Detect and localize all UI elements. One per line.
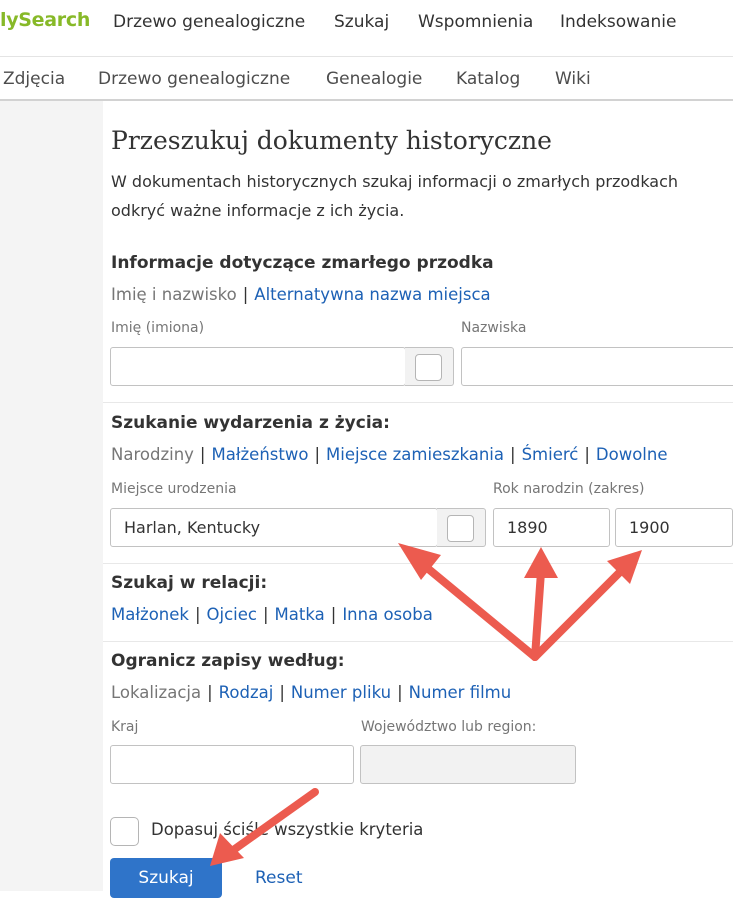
tab-marriage[interactable]: Małżeństwo (211, 445, 308, 464)
tab-separator: | (330, 605, 337, 624)
given-name-exact-toggle (405, 347, 454, 386)
surname-label: Nazwiska (461, 320, 527, 336)
tab-separator: | (510, 445, 516, 464)
relationship-tabs: Małżonek | Ojciec | Matka | Inna osoba (111, 605, 433, 624)
tab-birth[interactable]: Narodziny (111, 445, 194, 464)
tab-separator: | (262, 605, 269, 624)
nav-memories[interactable]: Wspomnienia (418, 12, 533, 32)
tab-father[interactable]: Ojciec (207, 605, 257, 624)
intro-line-1: W dokumentach historycznych szukaj infor… (111, 172, 679, 191)
top-nav: lySearch Drzewo genealogiczne Szukaj Wsp… (0, 0, 733, 57)
tab-location[interactable]: Lokalizacja (111, 683, 201, 702)
given-name-label: Imię (imiona) (111, 320, 205, 336)
tab-mother[interactable]: Matka (275, 605, 325, 624)
birth-place-input[interactable]: Harlan, Kentucky (110, 508, 438, 547)
tab-other-person[interactable]: Inna osoba (342, 605, 433, 624)
reset-link[interactable]: Reset (255, 868, 303, 888)
surname-input[interactable] (461, 347, 733, 386)
region-label: Województwo lub region: (361, 719, 537, 735)
tab-separator: | (279, 683, 285, 702)
birth-year-to-input[interactable]: 1900 (615, 508, 733, 547)
tab-separator: | (397, 683, 403, 702)
section-divider (103, 563, 733, 564)
subnav-wiki[interactable]: Wiki (555, 69, 591, 89)
subnav-catalog[interactable]: Katalog (456, 69, 520, 89)
tab-separator: | (207, 683, 213, 702)
country-label: Kraj (111, 719, 139, 735)
birth-year-label: Rok narodzin (zakres) (493, 481, 645, 497)
match-exactly-checkbox[interactable] (110, 817, 139, 846)
region-input (360, 745, 576, 784)
deceased-section-title: Informacje dotyczące zmarłego przodka (111, 253, 494, 273)
life-event-tabs: Narodziny | Małżeństwo | Miejsce zamieszkani… (111, 445, 668, 464)
tab-batch-number[interactable]: Numer pliku (291, 683, 391, 702)
tab-name[interactable]: Imię i nazwisko (111, 285, 237, 304)
match-exactly-label: Dopasuj ściśle wszystkie kryteria (151, 820, 424, 839)
deceased-tabs: Imię i nazwisko | Alternatywna nazwa miejs… (111, 285, 491, 304)
search-button[interactable]: Szukaj (110, 858, 222, 898)
given-name-exact-checkbox[interactable] (415, 354, 442, 381)
birth-place-label: Miejsce urodzenia (111, 481, 237, 497)
nav-family-tree[interactable]: Drzewo genealogiczne (113, 12, 305, 32)
subnav-genealogies[interactable]: Genealogie (326, 69, 422, 89)
sub-nav: Zdjęcia Drzewo genealogiczne Genealogie … (0, 57, 733, 101)
left-margin (0, 101, 103, 891)
relationship-section-title: Szukaj w relacji: (111, 573, 268, 593)
country-input[interactable] (110, 745, 354, 784)
birth-year-from-input[interactable]: 1890 (493, 508, 610, 547)
tab-residence[interactable]: Miejsce zamieszkania (326, 445, 504, 464)
section-divider (103, 402, 733, 403)
tab-death[interactable]: Śmierć (522, 445, 579, 464)
birth-place-exact-checkbox[interactable] (447, 515, 474, 542)
nav-search[interactable]: Szukaj (334, 12, 389, 32)
familysearch-logo[interactable]: lySearch (0, 9, 90, 31)
restrict-tabs: Lokalizacja | Rodzaj | Numer pliku | Numer fil… (111, 683, 511, 702)
tab-alternate-place[interactable]: Alternatywna nazwa miejsca (254, 285, 490, 304)
nav-indexing[interactable]: Indeksowanie (560, 12, 676, 32)
life-event-section-title: Szukanie wydarzenia z życia: (111, 413, 390, 433)
tab-separator: | (194, 605, 201, 624)
page-intro: W dokumentach historycznych szukaj infor… (111, 167, 733, 225)
given-name-input[interactable] (110, 347, 406, 386)
birth-place-exact-toggle (437, 508, 486, 547)
tab-separator: | (314, 445, 321, 464)
subnav-family-tree[interactable]: Drzewo genealogiczne (98, 69, 290, 89)
tab-separator: | (242, 285, 249, 304)
section-divider (103, 641, 733, 642)
tab-separator: | (199, 445, 206, 464)
intro-line-2: odkryć ważne informacje z ich życia. (111, 201, 405, 220)
restrict-section-title: Ogranicz zapisy według: (111, 651, 345, 671)
tab-any[interactable]: Dowolne (596, 445, 668, 464)
tab-spouse[interactable]: Małżonek (111, 605, 189, 624)
tab-separator: | (584, 445, 590, 464)
tab-type[interactable]: Rodzaj (219, 683, 274, 702)
subnav-photos[interactable]: Zdjęcia (3, 69, 65, 89)
tab-film-number[interactable]: Numer filmu (409, 683, 512, 702)
page-title: Przeszukuj dokumenty historyczne (111, 126, 552, 155)
